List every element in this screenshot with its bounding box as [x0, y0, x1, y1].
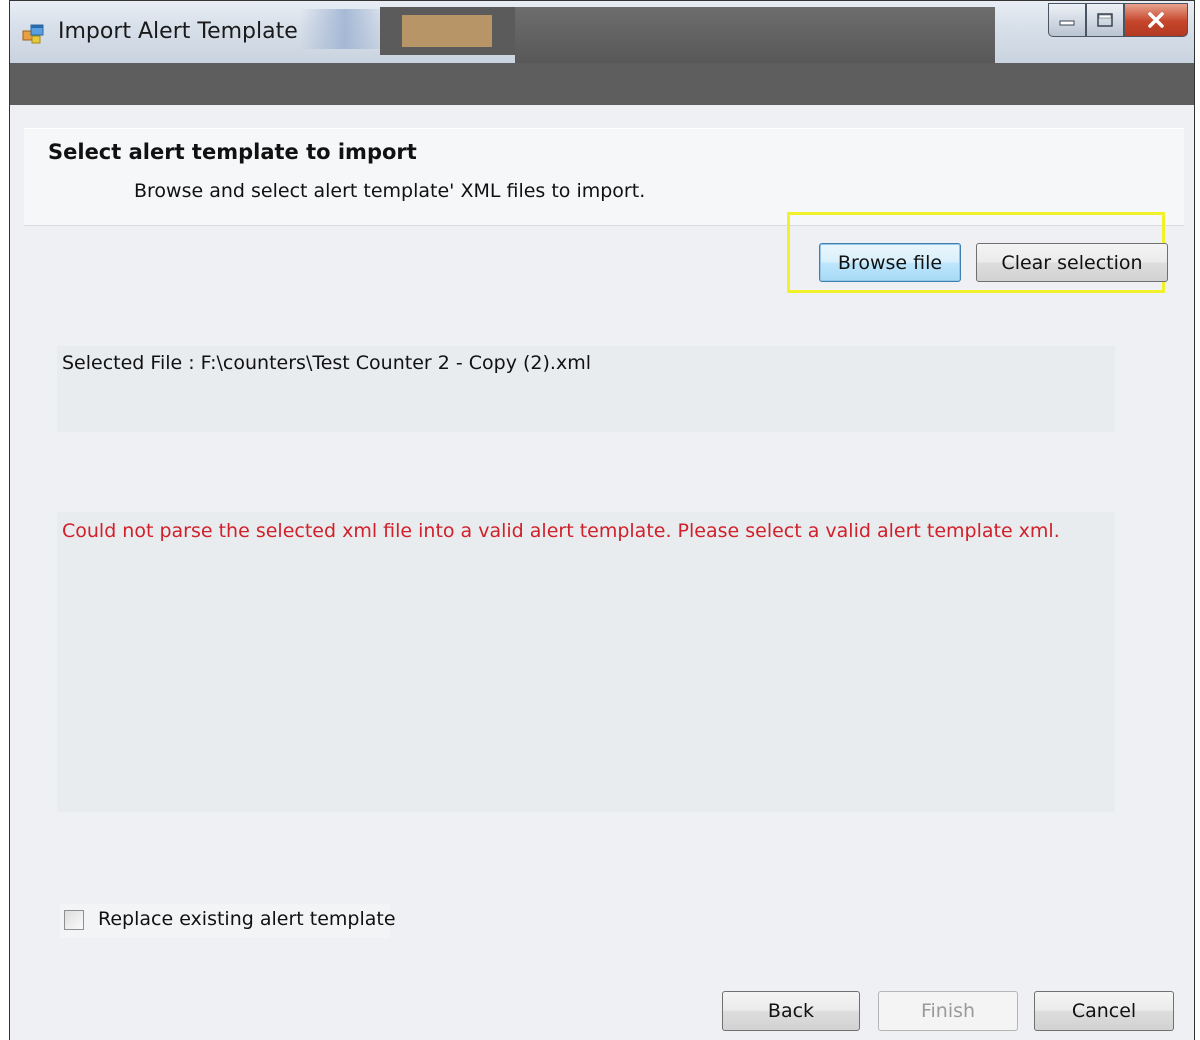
blurred-region [402, 15, 492, 47]
selected-file-label: Selected File : F:\counters\Test Counter… [62, 352, 592, 374]
cancel-button[interactable]: Cancel [1034, 991, 1174, 1031]
back-button[interactable]: Back [722, 991, 860, 1031]
clear-selection-button[interactable]: Clear selection [976, 243, 1168, 282]
app-window-icon [22, 24, 44, 44]
error-message: Could not parse the selected xml file in… [62, 520, 1060, 542]
page-subtitle: Browse and select alert template' XML fi… [134, 180, 646, 202]
browse-file-button[interactable]: Browse file [819, 243, 961, 282]
blurred-region [300, 9, 390, 49]
window-controls [1048, 3, 1188, 39]
window-title: Import Alert Template [58, 19, 298, 44]
close-icon [1148, 12, 1164, 28]
title-bar-band [10, 63, 1194, 105]
replace-existing-label[interactable]: Replace existing alert template [98, 908, 396, 930]
maximize-button[interactable] [1086, 3, 1124, 37]
replace-existing-checkbox[interactable] [64, 910, 84, 930]
minimize-button[interactable] [1048, 3, 1086, 37]
maximize-icon [1097, 13, 1113, 27]
close-button[interactable] [1124, 3, 1188, 37]
page-title: Select alert template to import [48, 140, 417, 164]
minimize-icon [1059, 20, 1075, 26]
finish-button: Finish [878, 991, 1018, 1031]
error-message-panel [57, 512, 1115, 812]
title-bar[interactable]: Import Alert Template [10, 1, 1194, 63]
title-bar-dark-area [515, 7, 995, 63]
